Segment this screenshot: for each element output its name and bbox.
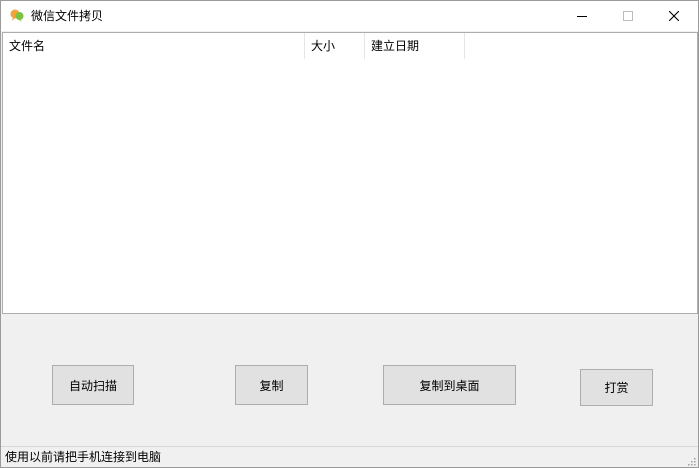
close-button[interactable] [651,1,697,31]
file-list[interactable]: 文件名 大小 建立日期 [2,32,698,314]
copy-to-desktop-button[interactable]: 复制到桌面 [383,365,516,405]
copy-button[interactable]: 复制 [235,365,308,405]
minimize-icon [577,16,587,17]
status-bar: 使用以前请把手机连接到电脑 [1,446,698,467]
window-title: 微信文件拷贝 [31,9,104,23]
status-text: 使用以前请把手机连接到电脑 [5,450,162,464]
column-header-created-date[interactable]: 建立日期 [365,33,465,59]
auto-scan-button[interactable]: 自动扫描 [52,365,134,405]
column-header-size[interactable]: 大小 [305,33,365,59]
resize-grip-icon[interactable] [686,456,696,466]
tip-button[interactable]: 打赏 [580,369,653,406]
title-bar[interactable]: 微信文件拷贝 [1,1,698,31]
minimize-button[interactable] [559,1,605,31]
column-header-filename[interactable]: 文件名 [3,33,305,59]
two-bubble-icon [10,9,24,22]
maximize-button[interactable] [605,1,651,31]
close-icon [669,11,679,21]
app-window: 微信文件拷贝 文件名 大小 建立日期 自动扫描 复制 复制到桌面 打赏 使用以前… [0,0,699,468]
maximize-icon [623,11,633,21]
list-header: 文件名 大小 建立日期 [3,33,697,59]
